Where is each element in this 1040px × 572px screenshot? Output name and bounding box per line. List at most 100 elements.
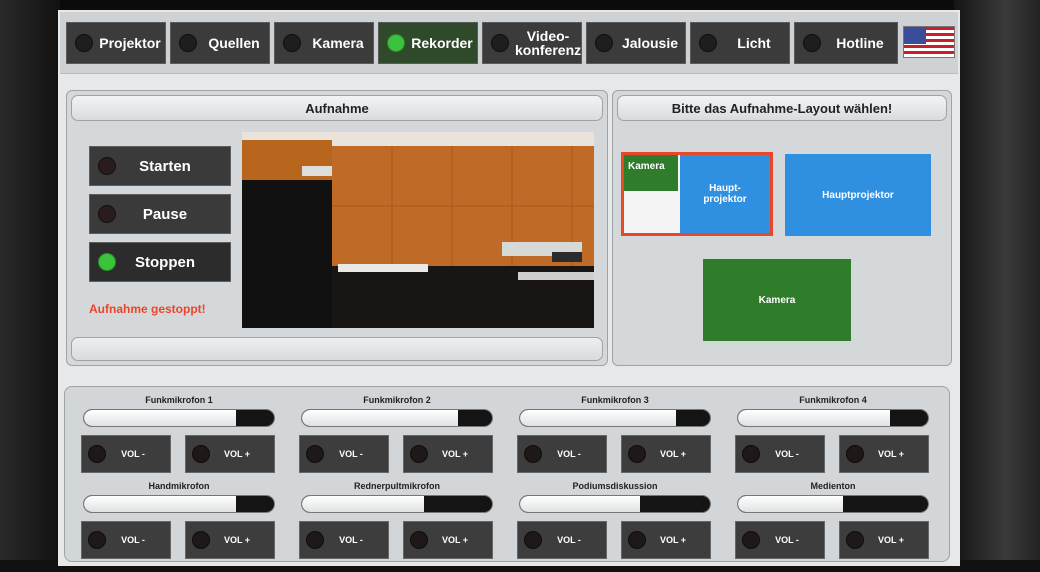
- button-label: VOL +: [659, 449, 687, 459]
- layout-panel: Bitte das Aufnahme-Layout wählen! Kamera…: [612, 90, 952, 366]
- status-led-icon: [491, 34, 509, 52]
- status-led-icon: [803, 34, 821, 52]
- button-label: VOL +: [223, 449, 251, 459]
- status-led-icon: [628, 531, 646, 549]
- status-led-icon: [742, 531, 760, 549]
- vol-plus-button[interactable]: VOL +: [185, 435, 275, 473]
- button-label: VOL +: [659, 535, 687, 545]
- tab-hotline[interactable]: Hotline: [794, 22, 898, 64]
- tab-label: Video- konferenz: [515, 28, 582, 58]
- volume-slider-fill: [738, 496, 843, 512]
- vol-minus-button[interactable]: VOL -: [299, 435, 389, 473]
- button-label: Pause: [142, 205, 188, 223]
- vol-minus-button[interactable]: VOL -: [81, 521, 171, 559]
- channel-label: Handmikrofon: [148, 481, 210, 491]
- status-led-icon: [524, 531, 542, 549]
- vol-plus-button[interactable]: VOL +: [621, 521, 711, 559]
- touch-panel-screen: Projektor Quellen Kamera Rekorder Video-…: [58, 10, 960, 566]
- vol-minus-button[interactable]: VOL -: [81, 435, 171, 473]
- recording-panel-title: Aufnahme: [71, 95, 603, 121]
- channel-rednerpultmikrofon: Rednerpultmikrofon VOL - VOL +: [299, 481, 495, 563]
- stop-recording-button[interactable]: Stoppen: [89, 242, 231, 282]
- layout-tile-camera: Kamera: [624, 155, 678, 191]
- status-led-icon: [410, 445, 428, 463]
- channel-label: Funkmikrofon 3: [581, 395, 649, 405]
- status-led-icon: [283, 34, 301, 52]
- channel-label: Funkmikrofon 1: [145, 395, 213, 405]
- button-label: VOL -: [557, 535, 581, 545]
- tab-label: Jalousie: [621, 35, 679, 51]
- status-led-icon: [387, 34, 405, 52]
- vol-plus-button[interactable]: VOL +: [621, 435, 711, 473]
- tab-licht[interactable]: Licht: [690, 22, 790, 64]
- status-led-icon: [306, 445, 324, 463]
- us-flag-icon[interactable]: [903, 26, 955, 58]
- channel-label: Rednerpultmikrofon: [353, 481, 440, 491]
- channel-label: Funkmikrofon 4: [799, 395, 867, 405]
- volume-slider[interactable]: [737, 409, 929, 427]
- status-led-icon: [742, 445, 760, 463]
- status-led-icon: [179, 34, 197, 52]
- layout-option-projector[interactable]: Hauptprojektor: [785, 154, 931, 236]
- status-led-icon: [98, 205, 116, 223]
- tab-rekorder[interactable]: Rekorder: [378, 22, 478, 64]
- volume-slider[interactable]: [301, 409, 493, 427]
- tab-projektor[interactable]: Projektor: [66, 22, 166, 64]
- vol-plus-button[interactable]: VOL +: [839, 435, 929, 473]
- pause-recording-button[interactable]: Pause: [89, 194, 231, 234]
- top-navigation: Projektor Quellen Kamera Rekorder Video-…: [60, 12, 958, 74]
- volume-slider[interactable]: [519, 495, 711, 513]
- tab-label: Quellen: [208, 35, 260, 51]
- button-label: VOL +: [877, 449, 905, 459]
- status-led-icon: [846, 531, 864, 549]
- status-led-icon: [192, 531, 210, 549]
- status-led-icon: [75, 34, 93, 52]
- tab-quellen[interactable]: Quellen: [170, 22, 270, 64]
- vol-plus-button[interactable]: VOL +: [839, 521, 929, 559]
- button-label: VOL +: [877, 535, 905, 545]
- button-label: VOL -: [557, 449, 581, 459]
- volume-slider[interactable]: [737, 495, 929, 513]
- status-led-icon: [524, 445, 542, 463]
- recording-status-text: Aufnahme gestoppt!: [89, 302, 206, 316]
- tab-jalousie[interactable]: Jalousie: [586, 22, 686, 64]
- channel-handmikrofon: Handmikrofon VOL - VOL +: [81, 481, 277, 563]
- button-label: VOL -: [339, 449, 363, 459]
- vol-minus-button[interactable]: VOL -: [517, 521, 607, 559]
- layout-option-camera[interactable]: Kamera: [703, 259, 851, 341]
- vol-plus-button[interactable]: VOL +: [185, 521, 275, 559]
- volume-slider[interactable]: [83, 495, 275, 513]
- channel-label: Medienton: [810, 481, 856, 491]
- button-label: VOL -: [121, 449, 145, 459]
- vol-plus-button[interactable]: VOL +: [403, 435, 493, 473]
- volume-slider-fill: [520, 410, 676, 426]
- vol-minus-button[interactable]: VOL -: [735, 435, 825, 473]
- camera-preview: [242, 132, 594, 328]
- volume-slider-fill: [520, 496, 640, 512]
- layout-panel-title: Bitte das Aufnahme-Layout wählen!: [617, 95, 947, 121]
- flag-canton: [904, 27, 926, 44]
- vol-minus-button[interactable]: VOL -: [517, 435, 607, 473]
- channel-funkmikrofon-1: Funkmikrofon 1 VOL - VOL +: [81, 395, 277, 477]
- tab-label: Rekorder: [411, 35, 473, 51]
- tab-kamera[interactable]: Kamera: [274, 22, 374, 64]
- status-led-icon: [595, 34, 613, 52]
- tab-videokonferenz[interactable]: Video- konferenz: [482, 22, 582, 64]
- button-label: VOL +: [441, 449, 469, 459]
- channel-funkmikrofon-4: Funkmikrofon 4 VOL - VOL +: [735, 395, 931, 477]
- vol-plus-button[interactable]: VOL +: [403, 521, 493, 559]
- volume-slider[interactable]: [519, 409, 711, 427]
- vol-minus-button[interactable]: VOL -: [299, 521, 389, 559]
- layout-option-camera-projector[interactable]: Kamera Haupt- projektor: [621, 152, 773, 236]
- tab-label: Hotline: [836, 35, 884, 51]
- channel-funkmikrofon-2: Funkmikrofon 2 VOL - VOL +: [299, 395, 495, 477]
- vol-minus-button[interactable]: VOL -: [735, 521, 825, 559]
- status-led-icon: [699, 34, 717, 52]
- status-led-icon: [98, 157, 116, 175]
- status-led-icon: [306, 531, 324, 549]
- volume-slider[interactable]: [301, 495, 493, 513]
- start-recording-button[interactable]: Starten: [89, 146, 231, 186]
- volume-slider[interactable]: [83, 409, 275, 427]
- status-led-icon: [98, 253, 116, 271]
- channel-medienton: Medienton VOL - VOL +: [735, 481, 931, 563]
